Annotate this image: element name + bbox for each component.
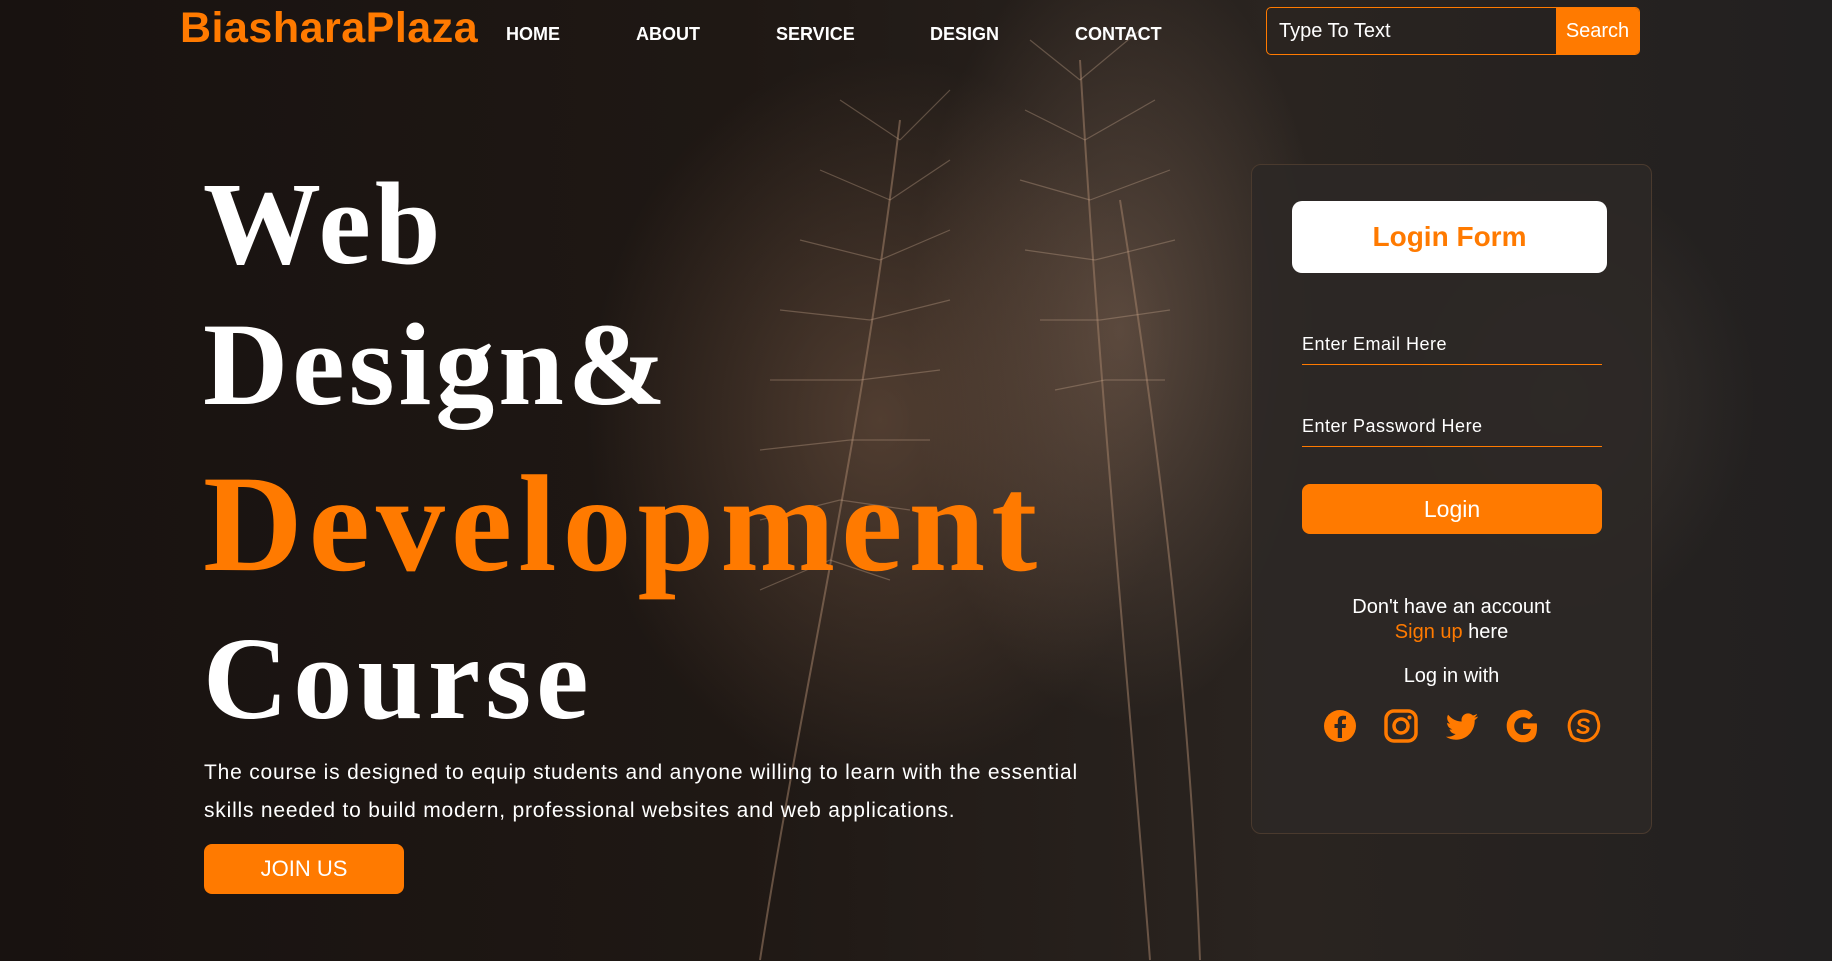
signup-prompt: Don't have an account Sign up here — [1252, 595, 1651, 645]
signup-suffix: here — [1462, 621, 1509, 643]
site-logo[interactable]: BiasharaPlaza — [180, 4, 478, 53]
password-field[interactable] — [1302, 407, 1602, 447]
email-field[interactable] — [1302, 325, 1602, 365]
nav-contact[interactable]: CONTACT — [1075, 24, 1162, 45]
search-button[interactable]: Search — [1556, 8, 1639, 54]
hero-title-line-1: Web — [203, 158, 445, 289]
join-us-button[interactable]: JOIN US — [204, 844, 404, 894]
facebook-icon[interactable] — [1322, 708, 1358, 744]
skype-icon[interactable] — [1566, 708, 1602, 744]
hero-title-line-2: Design& — [203, 299, 671, 430]
hero-description: The course is designed to equip students… — [204, 761, 1078, 822]
hero-title-line-4: Course — [203, 613, 594, 744]
login-form-title: Login Form — [1292, 201, 1607, 273]
social-login-icons — [1322, 708, 1602, 748]
signup-link[interactable]: Sign up — [1395, 621, 1463, 643]
nav-design[interactable]: DESIGN — [930, 24, 999, 45]
instagram-icon[interactable] — [1383, 708, 1419, 744]
login-with-label: Log in with — [1403, 665, 1500, 687]
search-input[interactable] — [1267, 8, 1556, 54]
nav-service[interactable]: SERVICE — [776, 24, 855, 45]
twitter-icon[interactable] — [1444, 708, 1480, 744]
search-bar: Search — [1266, 7, 1640, 55]
nav-home[interactable]: HOME — [506, 24, 560, 45]
no-account-text: Don't have an account — [1352, 596, 1551, 618]
login-button[interactable]: Login — [1302, 484, 1602, 534]
signup-line: Sign up here — [1252, 620, 1651, 645]
google-icon[interactable] — [1505, 708, 1541, 744]
login-card: Login Form Login Don't have an account S… — [1251, 164, 1652, 834]
hero-title-line-3: Development — [203, 447, 1044, 600]
nav-about[interactable]: ABOUT — [636, 24, 700, 45]
